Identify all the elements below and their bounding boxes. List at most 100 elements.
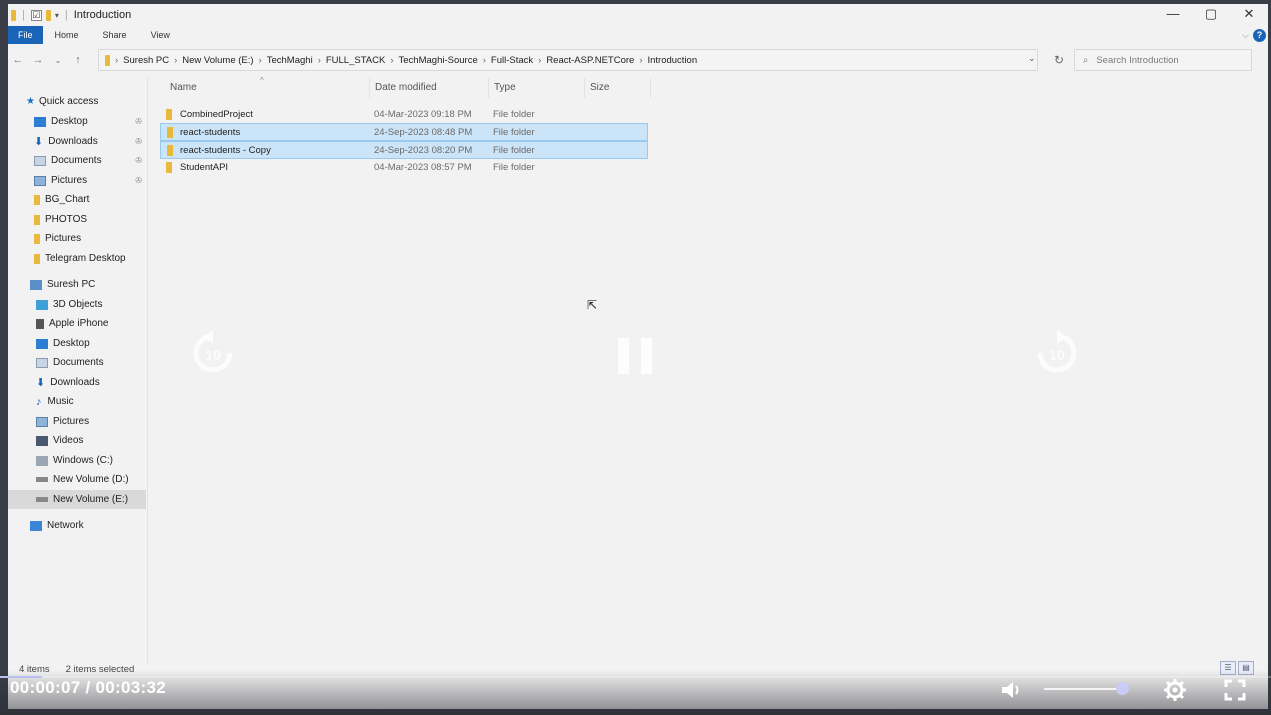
- folder-icon: [105, 54, 110, 66]
- minimize-button[interactable]: —: [1154, 4, 1192, 26]
- navigation-pane: ★ Quick access Desktop ✇ ⬇ Downloads ✇ D…: [8, 76, 148, 664]
- desktop-icon: [36, 338, 48, 349]
- close-button[interactable]: ✕: [1230, 4, 1268, 26]
- file-name: StudentAPI: [180, 162, 229, 173]
- file-row-selected[interactable]: react-students - Copy 24-Sep-2023 08:20 …: [160, 141, 648, 159]
- refresh-icon[interactable]: ↻: [1045, 49, 1073, 71]
- address-dropdown-icon[interactable]: ⌄: [1028, 53, 1036, 64]
- fullscreen-icon[interactable]: [1224, 679, 1246, 701]
- pictures-icon: [36, 416, 48, 427]
- help-icon[interactable]: ?: [1253, 28, 1266, 42]
- file-date: 24-Sep-2023 08:20 PM: [374, 145, 473, 156]
- nav-item-pc-desktop[interactable]: Desktop: [36, 334, 174, 353]
- breadcrumb-techmaghi[interactable]: TechMaghi: [267, 55, 313, 66]
- video-progress-track[interactable]: [0, 676, 1271, 678]
- nav-item-videos[interactable]: Videos: [36, 431, 174, 450]
- rewind-10-icon[interactable]: 10: [190, 330, 236, 376]
- nav-item-pictures-folder[interactable]: Pictures: [34, 229, 172, 248]
- desktop-icon: [34, 116, 46, 127]
- nav-item-bg-chart[interactable]: BG_Chart: [34, 190, 172, 209]
- nav-item-photos[interactable]: PHOTOS: [34, 210, 172, 229]
- documents-icon: [36, 357, 48, 368]
- breadcrumb-full-stack[interactable]: Full-Stack: [491, 55, 533, 66]
- nav-item-desktop[interactable]: Desktop ✇: [34, 112, 172, 131]
- nav-network[interactable]: Network: [30, 516, 168, 535]
- folder-icon: [34, 253, 40, 264]
- folder-icon: [166, 109, 172, 120]
- column-header-size[interactable]: Size: [590, 82, 609, 93]
- breadcrumb-suresh-pc[interactable]: Suresh PC: [123, 55, 169, 66]
- expand-ribbon-icon[interactable]: ⌵: [1242, 30, 1249, 41]
- folder-icon: [167, 127, 173, 138]
- address-row: ← → ⌄ ↑ › Suresh PC › New Volume (E:) › …: [8, 46, 1268, 74]
- file-type: File folder: [493, 127, 535, 138]
- volume-slider[interactable]: [1044, 688, 1126, 690]
- breadcrumb-react-aspnetcore[interactable]: React-ASP.NETCore: [546, 55, 634, 66]
- new-folder-icon[interactable]: [45, 9, 51, 21]
- pause-icon[interactable]: [618, 338, 652, 374]
- breadcrumb-techmaghi-source[interactable]: TechMaghi-Source: [399, 55, 478, 66]
- nav-item-3d-objects[interactable]: 3D Objects: [36, 295, 174, 314]
- tab-file[interactable]: File: [8, 26, 43, 44]
- address-bar[interactable]: › Suresh PC › New Volume (E:) › TechMagh…: [98, 49, 1038, 71]
- nav-item-windows-c[interactable]: Windows (C:): [36, 451, 174, 470]
- nav-item-pictures[interactable]: Pictures ✇: [34, 171, 172, 190]
- nav-quick-access[interactable]: ★ Quick access: [26, 92, 164, 111]
- file-name: react-students - Copy: [180, 145, 271, 156]
- rewind-seconds-label: 10: [205, 347, 221, 363]
- nav-item-pc-documents[interactable]: Documents: [36, 353, 174, 372]
- title-bar: | ☑ ▾ | Introduction — ▢ ✕: [8, 4, 1268, 26]
- properties-icon[interactable]: ☑: [30, 9, 42, 21]
- tab-home[interactable]: Home: [43, 26, 91, 44]
- nav-item-new-volume-d[interactable]: New Volume (D:): [36, 470, 174, 489]
- column-header-date[interactable]: Date modified: [375, 82, 437, 93]
- folder-icon: [34, 233, 40, 244]
- file-date: 24-Sep-2023 08:48 PM: [374, 127, 473, 138]
- file-name: react-students: [180, 127, 241, 138]
- search-icon: ⌕: [1083, 54, 1089, 66]
- nav-item-telegram-desktop[interactable]: Telegram Desktop: [34, 249, 172, 268]
- recent-locations-icon[interactable]: ⌄: [48, 56, 68, 65]
- nav-item-pc-downloads[interactable]: ⬇ Downloads: [36, 373, 174, 392]
- pictures-icon: [34, 175, 46, 186]
- pin-icon[interactable]: ✇: [135, 137, 142, 146]
- ribbon-tabs: File Home Share View ⌵ ?: [8, 26, 1268, 44]
- pin-icon[interactable]: ✇: [135, 117, 142, 126]
- sort-caret-icon: ^: [260, 76, 264, 85]
- window-title: Introduction: [73, 9, 132, 21]
- file-list: ^ Name Date modified Type Size CombinedP…: [160, 76, 1260, 664]
- tab-share[interactable]: Share: [91, 26, 139, 44]
- up-arrow-icon[interactable]: ↑: [68, 54, 88, 66]
- breadcrumb-introduction[interactable]: Introduction: [647, 55, 697, 66]
- tab-view[interactable]: View: [139, 26, 182, 44]
- search-input[interactable]: ⌕ Search Introduction: [1074, 49, 1252, 71]
- nav-item-documents[interactable]: Documents ✇: [34, 151, 172, 170]
- nav-this-pc[interactable]: Suresh PC: [30, 275, 168, 294]
- folder-icon: [166, 162, 172, 173]
- file-row[interactable]: CombinedProject 04-Mar-2023 09:18 PM Fil…: [160, 106, 648, 124]
- file-row-selected[interactable]: react-students 24-Sep-2023 08:48 PM File…: [160, 123, 648, 141]
- file-row[interactable]: StudentAPI 04-Mar-2023 08:57 PM File fol…: [160, 159, 648, 177]
- forward-10-icon[interactable]: 10: [1034, 330, 1080, 376]
- pin-icon[interactable]: ✇: [135, 176, 142, 185]
- breadcrumb-new-volume-e[interactable]: New Volume (E:): [182, 55, 253, 66]
- forward-arrow-icon[interactable]: →: [28, 54, 48, 66]
- back-arrow-icon[interactable]: ←: [8, 54, 28, 66]
- nav-item-downloads[interactable]: ⬇ Downloads ✇: [34, 132, 172, 151]
- volume-slider-knob[interactable]: [1115, 682, 1129, 695]
- search-placeholder: Search Introduction: [1096, 54, 1179, 66]
- pin-icon[interactable]: ✇: [135, 156, 142, 165]
- customize-toolbar-dropdown[interactable]: ▾: [55, 11, 59, 20]
- nav-item-apple-iphone[interactable]: Apple iPhone: [36, 314, 174, 333]
- nav-item-music[interactable]: ♪ Music: [36, 392, 174, 411]
- settings-gear-icon[interactable]: [1163, 678, 1187, 702]
- nav-item-new-volume-e[interactable]: New Volume (E:): [8, 490, 146, 509]
- maximize-button[interactable]: ▢: [1192, 4, 1230, 26]
- folder-icon: [11, 9, 16, 21]
- column-header-name[interactable]: Name: [170, 82, 197, 93]
- breadcrumb-full-stack-dir[interactable]: FULL_STACK: [326, 55, 385, 66]
- column-header-type[interactable]: Type: [494, 82, 516, 93]
- volume-icon[interactable]: [1000, 680, 1024, 700]
- nav-item-pc-pictures[interactable]: Pictures: [36, 412, 174, 431]
- file-type: File folder: [493, 162, 535, 173]
